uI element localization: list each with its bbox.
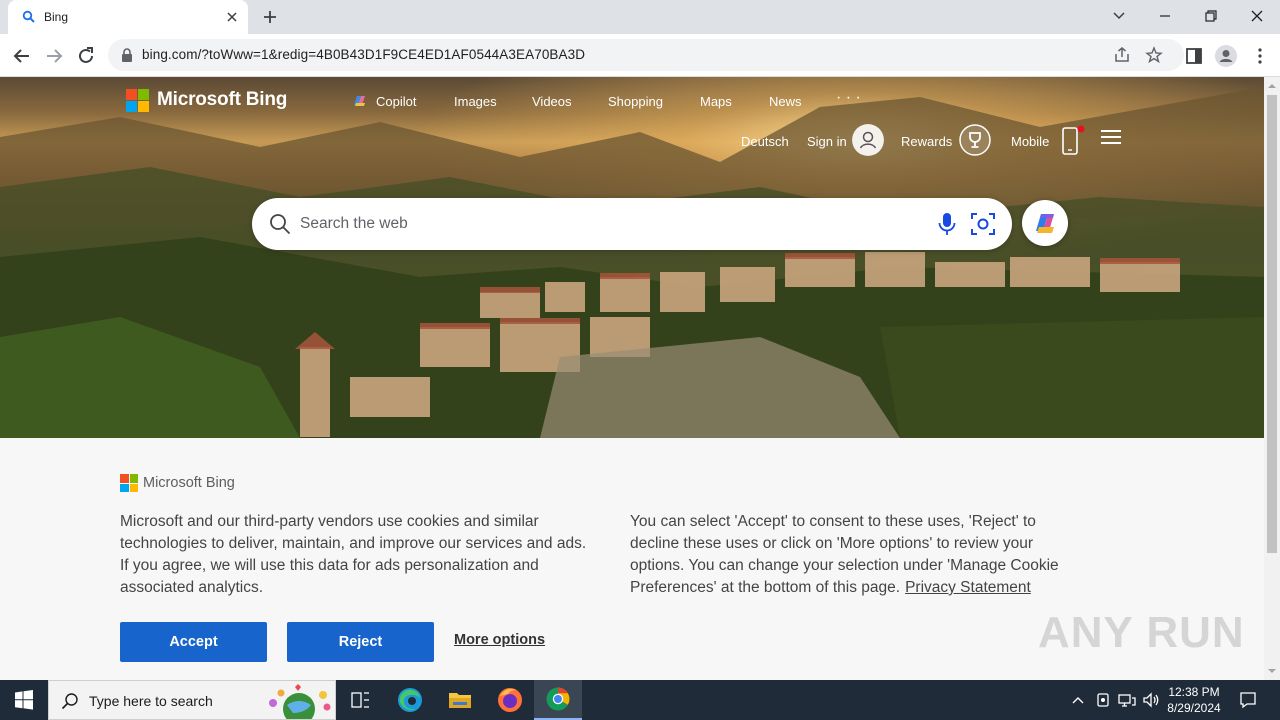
share-icon[interactable] xyxy=(1112,45,1132,65)
page-scrollbar[interactable] xyxy=(1264,77,1280,680)
anyrun-watermark: ANY RUN xyxy=(1038,608,1245,657)
copilot-logo-icon xyxy=(1036,214,1054,233)
nav-more[interactable]: · · · xyxy=(836,89,861,107)
address-bar[interactable]: bing.com/?toWww=1&redig=4B0B43D1F9CE4ED1… xyxy=(108,39,1184,71)
notifications-icon[interactable] xyxy=(1238,690,1258,710)
scroll-up-arrow-icon[interactable] xyxy=(1268,82,1276,90)
bing-logo[interactable]: Microsoft Bing xyxy=(126,88,287,112)
copilot-button[interactable] xyxy=(1022,200,1068,246)
microsoft-logo-icon xyxy=(126,88,149,112)
windows-taskbar: Type here to search 12:38 PM 8/29/2024 xyxy=(0,680,1280,720)
bing-page: Microsoft Bing Copilot Images Videos Sho… xyxy=(0,77,1264,680)
url-text[interactable]: bing.com/?toWww=1&redig=4B0B43D1F9CE4ED1… xyxy=(142,47,585,62)
taskbar-search-box[interactable]: Type here to search xyxy=(48,680,336,720)
nav-shopping[interactable]: Shopping xyxy=(608,94,663,109)
tab-title: Bing xyxy=(44,10,69,24)
close-tab-icon[interactable] xyxy=(224,9,240,25)
search-icon xyxy=(22,10,35,23)
forward-arrow-icon[interactable] xyxy=(42,44,66,68)
clock-time: 12:38 PM xyxy=(1168,685,1220,699)
sign-in-link[interactable]: Sign in xyxy=(807,134,847,149)
search-input[interactable] xyxy=(300,212,900,236)
more-options-link[interactable]: More options xyxy=(454,632,545,648)
rewards-trophy-icon[interactable] xyxy=(959,124,991,156)
taskbar-clock[interactable]: 12:38 PM 8/29/2024 xyxy=(1162,684,1226,716)
rewards-link[interactable]: Rewards xyxy=(901,134,952,149)
nav-copilot-label: Copilot xyxy=(376,94,417,109)
language-link[interactable]: Deutsch xyxy=(741,134,789,149)
brand-name: Microsoft Bing xyxy=(157,89,288,110)
nav-news[interactable]: News xyxy=(769,94,802,109)
nav-images[interactable]: Images xyxy=(454,94,497,109)
privacy-statement-link[interactable]: Privacy Statement xyxy=(905,579,1031,596)
accept-button[interactable]: Accept xyxy=(120,622,267,662)
reload-icon[interactable] xyxy=(74,44,98,68)
cookie-text-left: Microsoft and our third-party vendors us… xyxy=(120,513,587,596)
microsoft-logo-icon xyxy=(120,474,138,492)
microphone-icon[interactable] xyxy=(936,211,958,237)
task-view-icon[interactable] xyxy=(336,680,384,720)
copilot-icon xyxy=(354,96,365,106)
search-highlight-globe-icon xyxy=(269,684,331,719)
nav-maps[interactable]: Maps xyxy=(700,94,732,109)
visual-search-camera-icon[interactable] xyxy=(970,211,996,237)
close-window-icon[interactable] xyxy=(1244,4,1270,28)
minimize-icon[interactable] xyxy=(1152,4,1178,28)
browser-titlebar: Bing xyxy=(0,0,1280,34)
side-panel-icon[interactable] xyxy=(1182,44,1206,68)
tray-security-icon[interactable] xyxy=(1093,690,1113,710)
search-icon xyxy=(270,214,291,235)
taskbar-search-placeholder: Type here to search xyxy=(89,693,213,709)
browser-tab-bing[interactable]: Bing xyxy=(8,0,248,34)
network-icon[interactable] xyxy=(1117,690,1137,710)
volume-icon[interactable] xyxy=(1141,690,1161,710)
lock-icon[interactable] xyxy=(120,47,134,63)
search-box[interactable] xyxy=(252,198,1012,250)
tab-search-chevron-icon[interactable] xyxy=(1106,4,1132,28)
chrome-menu-icon[interactable] xyxy=(1248,44,1272,68)
mobile-phone-icon[interactable] xyxy=(1060,125,1086,157)
mobile-link[interactable]: Mobile xyxy=(1011,134,1049,149)
cookie-banner-logo: Microsoft Bing xyxy=(120,474,235,492)
nav-copilot[interactable]: Copilot xyxy=(351,94,416,109)
bookmark-star-icon[interactable] xyxy=(1144,45,1164,65)
reject-button[interactable]: Reject xyxy=(287,622,434,662)
windows-start-icon[interactable] xyxy=(0,680,48,720)
back-arrow-icon[interactable] xyxy=(10,44,34,68)
firefox-icon[interactable] xyxy=(486,680,534,720)
new-tab-icon[interactable] xyxy=(260,7,280,27)
scrollbar-thumb[interactable] xyxy=(1267,95,1277,553)
cookie-logo-label: Microsoft Bing xyxy=(143,475,235,491)
edge-browser-icon[interactable] xyxy=(386,680,434,720)
user-avatar-icon[interactable] xyxy=(852,124,884,156)
hamburger-menu-icon[interactable] xyxy=(1100,126,1122,148)
chrome-taskbar-icon[interactable] xyxy=(534,680,582,720)
search-icon xyxy=(61,693,78,710)
restore-icon[interactable] xyxy=(1198,4,1224,28)
scroll-down-arrow-icon[interactable] xyxy=(1268,667,1276,675)
file-explorer-icon[interactable] xyxy=(436,680,484,720)
browser-toolbar: bing.com/?toWww=1&redig=4B0B43D1F9CE4ED1… xyxy=(0,34,1280,77)
profile-avatar-icon[interactable] xyxy=(1214,44,1238,68)
nav-videos[interactable]: Videos xyxy=(532,94,572,109)
clock-date: 8/29/2024 xyxy=(1167,701,1221,715)
cookie-text-right: You can select 'Accept' to consent to th… xyxy=(630,511,1080,599)
tray-chevron-up-icon[interactable] xyxy=(1068,690,1088,710)
cookie-consent-banner: Microsoft Bing Microsoft and our third-p… xyxy=(0,438,1264,680)
